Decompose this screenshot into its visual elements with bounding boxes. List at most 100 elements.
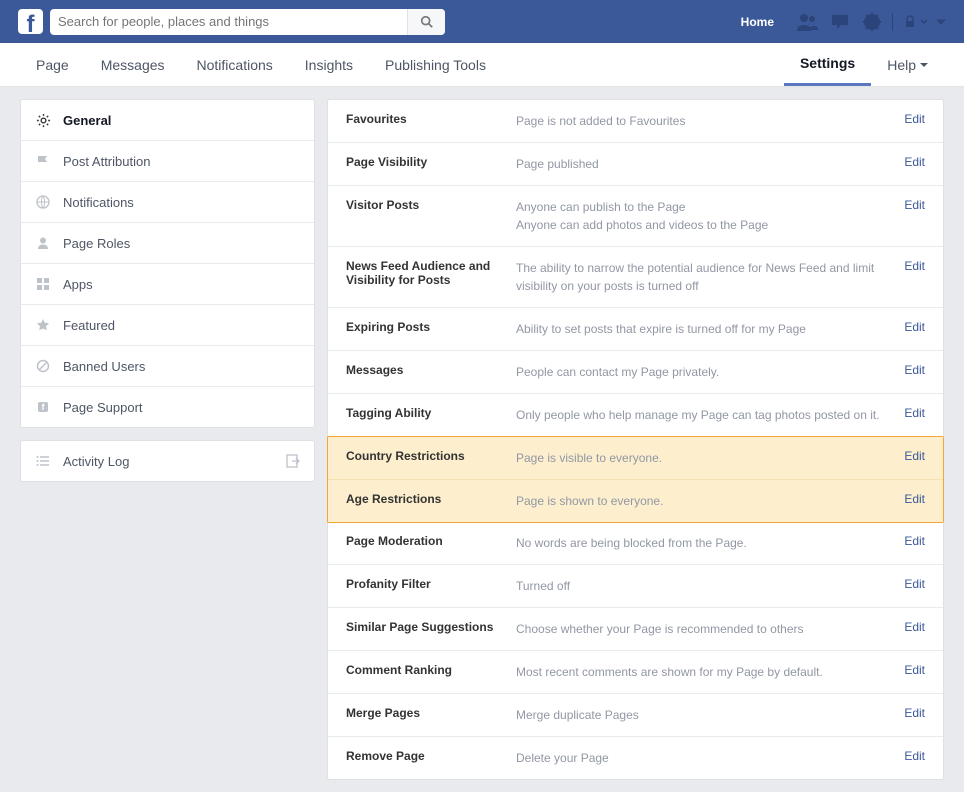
setting-age-restrictions[interactable]: Age Restrictions Page is shown to everyo… — [328, 480, 943, 522]
sidebar-item-general[interactable]: General — [21, 100, 314, 140]
setting-label: Messages — [346, 363, 516, 377]
search-button[interactable] — [407, 9, 445, 35]
body-wrap: General Post Attribution Notifications P… — [0, 87, 964, 792]
nav-messages[interactable]: Messages — [85, 43, 181, 86]
friend-requests-icon[interactable] — [796, 12, 818, 32]
sidebar-item-page-roles[interactable]: Page Roles — [21, 222, 314, 263]
setting-label: News Feed Audience and Visibility for Po… — [346, 259, 516, 287]
setting-merge-pages[interactable]: Merge Pages Merge duplicate Pages Edit — [328, 694, 943, 737]
settings-panel: Favourites Page is not added to Favourit… — [327, 99, 944, 780]
sidebar-main: General Post Attribution Notifications P… — [20, 99, 315, 428]
setting-label: Profanity Filter — [346, 577, 516, 591]
privacy-menu[interactable] — [903, 15, 928, 29]
facebook-logo[interactable]: f — [18, 9, 43, 34]
nav-help[interactable]: Help — [871, 43, 944, 86]
setting-label: Country Restrictions — [346, 449, 516, 463]
sidebar-item-featured[interactable]: Featured — [21, 304, 314, 345]
edit-link[interactable]: Edit — [892, 363, 925, 377]
edit-link[interactable]: Edit — [892, 155, 925, 169]
star-icon — [35, 317, 51, 333]
notifications-icon[interactable] — [862, 12, 882, 32]
setting-desc: No words are being blocked from the Page… — [516, 534, 892, 552]
highlighted-settings: Country Restrictions Page is visible to … — [327, 436, 944, 523]
nav-insights[interactable]: Insights — [289, 43, 369, 86]
edit-link[interactable]: Edit — [892, 663, 925, 677]
edit-link[interactable]: Edit — [892, 406, 925, 420]
support-icon: f — [35, 399, 51, 415]
setting-label: Favourites — [346, 112, 516, 126]
sidebar-item-banned-users[interactable]: Banned Users — [21, 345, 314, 386]
setting-page-moderation[interactable]: Page Moderation No words are being block… — [328, 522, 943, 565]
chevron-down-icon — [936, 17, 946, 27]
sidebar-item-label: General — [63, 113, 111, 128]
sidebar-item-label: Activity Log — [63, 454, 129, 469]
list-icon — [35, 453, 51, 469]
edit-link[interactable]: Edit — [892, 492, 925, 506]
messages-icon[interactable] — [830, 12, 850, 32]
setting-label: Page Moderation — [346, 534, 516, 548]
sidebar-item-page-support[interactable]: f Page Support — [21, 386, 314, 427]
setting-favourites[interactable]: Favourites Page is not added to Favourit… — [328, 100, 943, 143]
edit-link[interactable]: Edit — [892, 620, 925, 634]
setting-country-restrictions[interactable]: Country Restrictions Page is visible to … — [328, 437, 943, 480]
edit-link[interactable]: Edit — [892, 198, 925, 212]
setting-desc: Page is shown to everyone. — [516, 492, 892, 510]
sidebar-item-activity-log[interactable]: Activity Log — [21, 441, 314, 481]
setting-comment-ranking[interactable]: Comment Ranking Most recent comments are… — [328, 651, 943, 694]
search-input[interactable] — [50, 14, 407, 29]
setting-label: Age Restrictions — [346, 492, 516, 506]
setting-desc: Choose whether your Page is recommended … — [516, 620, 892, 638]
setting-label: Merge Pages — [346, 706, 516, 720]
sidebar-item-label: Notifications — [63, 195, 134, 210]
setting-remove-page[interactable]: Remove Page Delete your Page Edit — [328, 737, 943, 779]
setting-visitor-posts[interactable]: Visitor Posts Anyone can publish to the … — [328, 186, 943, 247]
topbar-right: Home — [729, 12, 946, 32]
lock-icon — [903, 15, 917, 29]
setting-label: Visitor Posts — [346, 198, 516, 212]
sidebar-item-notifications[interactable]: Notifications — [21, 181, 314, 222]
nav-page[interactable]: Page — [20, 43, 85, 86]
setting-news-feed-audience[interactable]: News Feed Audience and Visibility for Po… — [328, 247, 943, 308]
setting-desc: Page published — [516, 155, 892, 173]
nav-notifications[interactable]: Notifications — [181, 43, 289, 86]
setting-desc: Turned off — [516, 577, 892, 595]
setting-similar-page-suggestions[interactable]: Similar Page Suggestions Choose whether … — [328, 608, 943, 651]
setting-tagging-ability[interactable]: Tagging Ability Only people who help man… — [328, 394, 943, 437]
setting-desc: People can contact my Page privately. — [516, 363, 892, 381]
chevron-down-icon — [920, 61, 928, 69]
setting-messages[interactable]: Messages People can contact my Page priv… — [328, 351, 943, 394]
edit-link[interactable]: Edit — [892, 112, 925, 126]
setting-desc: Anyone can publish to the Page Anyone ca… — [516, 198, 892, 234]
sidebar-item-label: Featured — [63, 318, 115, 333]
edit-link[interactable]: Edit — [892, 320, 925, 334]
nav-right: Settings Help — [784, 43, 944, 86]
edit-link[interactable]: Edit — [892, 259, 925, 273]
sidebar-item-post-attribution[interactable]: Post Attribution — [21, 140, 314, 181]
person-icon — [35, 235, 51, 251]
chevron-down-icon — [920, 18, 928, 26]
edit-link[interactable]: Edit — [892, 749, 925, 763]
setting-desc: The ability to narrow the potential audi… — [516, 259, 892, 295]
sidebar-item-label: Page Support — [63, 400, 143, 415]
nav-settings[interactable]: Settings — [784, 43, 871, 86]
setting-expiring-posts[interactable]: Expiring Posts Ability to set posts that… — [328, 308, 943, 351]
setting-profanity-filter[interactable]: Profanity Filter Turned off Edit — [328, 565, 943, 608]
edit-link[interactable]: Edit — [892, 706, 925, 720]
setting-desc: Merge duplicate Pages — [516, 706, 892, 724]
setting-desc: Most recent comments are shown for my Pa… — [516, 663, 892, 681]
nav-publishing-tools[interactable]: Publishing Tools — [369, 43, 502, 86]
edit-link[interactable]: Edit — [892, 577, 925, 591]
setting-label: Remove Page — [346, 749, 516, 763]
edit-link[interactable]: Edit — [892, 449, 925, 463]
flag-icon — [35, 153, 51, 169]
setting-desc: Ability to set posts that expire is turn… — [516, 320, 892, 338]
edit-link[interactable]: Edit — [892, 534, 925, 548]
home-link[interactable]: Home — [729, 15, 786, 29]
sidebar-item-apps[interactable]: Apps — [21, 263, 314, 304]
setting-label: Similar Page Suggestions — [346, 620, 516, 634]
sidebar-item-label: Post Attribution — [63, 154, 150, 169]
account-menu[interactable] — [936, 17, 946, 27]
setting-page-visibility[interactable]: Page Visibility Page published Edit — [328, 143, 943, 186]
sidebar: General Post Attribution Notifications P… — [20, 99, 315, 494]
top-divider — [892, 13, 893, 31]
